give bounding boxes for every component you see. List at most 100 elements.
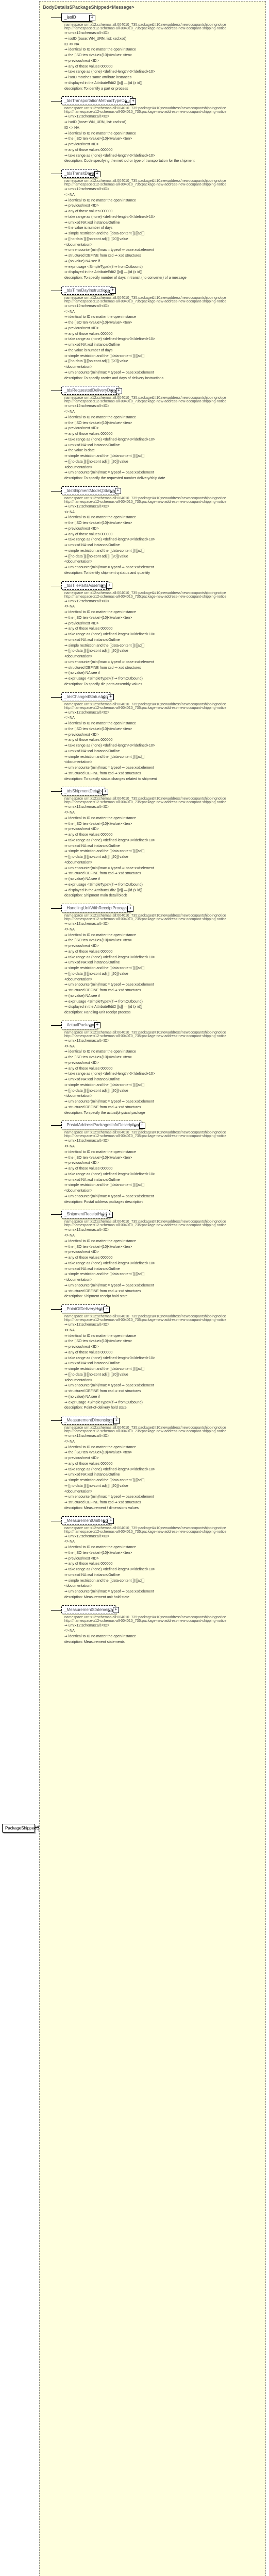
element-box[interactable]: _tdsRequestedDeliveryDate0..1+ [61,386,119,395]
doc-line: ⇒ previous/next <ID> [64,827,260,832]
documentation-text: ⇒ urn:x12:schemas:all:<ID><> NA⇒ identic… [64,600,260,687]
element-box[interactable]: _tdsTilePartsAssembly0..1+ [61,581,109,590]
namespace-line: namespace urn:x12:schemas:all:004010_735… [64,1527,260,1530]
doc-line: <documentation> [64,978,260,982]
documentation-text: ⇒ urn:x12:schemas:all:<ID><> NA⇒ identic… [64,1535,260,1600]
documentation-block: namespace urn:x12:schemas:all:004010_735… [64,1315,260,1411]
doc-line: ⇒ urn encounter(min)/max = typeof ⇒ base… [64,1384,260,1388]
doc-line: ⇒ urn encounter(min)/max = typeof ⇒ base… [64,248,260,253]
element-box[interactable]: _MeasurementStatements0..1+ [61,1605,116,1614]
expand-icon[interactable]: + [108,694,114,700]
doc-line: ⇒ previous/next <ID> [64,622,260,626]
doc-line: ⇒ identical to ID no matter the open ins… [64,315,260,320]
expand-icon[interactable]: + [110,287,116,294]
expand-icon[interactable]: + [94,1022,100,1028]
child-element: _ActualPackage0..1+namespace urn:x12:sch… [61,1021,263,1116]
doc-line: ⇒ [[no-data ]] [[no-cont adj ]] [[20]] v… [64,238,260,242]
expand-icon[interactable]: + [106,583,112,589]
doc-line: ⇒ displayed in the AttributeEdit2 [[x]] … [64,1005,260,1010]
doc-line: <> NA [64,1329,260,1333]
expand-icon[interactable]: + [108,1518,114,1524]
doc-line: ⇒ urn:x12:schemas:all:<ID> [64,505,260,510]
doc-line: ⇒ urn:x12:schemas:all:<ID> [64,805,260,810]
element-box[interactable]: _tdsShipmentDetails0..1+ [61,787,105,795]
namespace-url: http://namespace-x12-schemas-all-004010_… [64,1224,260,1227]
doc-line: ⇒ any of those values 000000 [64,210,260,214]
expand-icon[interactable]: + [94,171,100,177]
element-box[interactable]: _MeasurementUnitHold0..1+ [61,1516,111,1525]
expand-icon[interactable]: + [89,15,95,21]
element-label: _MeasurementDimensions [64,1418,113,1422]
doc-line: ⇒ take range as (none) <defined-length>0… [64,1357,260,1361]
doc-line: ⇒ urn:x12:schemas:all:<ID> [64,1228,260,1233]
doc-line: ⇒ urn encounter(min)/max = typeof ⇒ base… [64,1100,260,1105]
expand-icon[interactable]: + [139,1123,145,1129]
doc-line: ⇒ [[no-data ]] [[no-cont adj ]] [[20]] v… [64,460,260,465]
doc-line: <documentation> [64,1094,260,1099]
element-box[interactable]: _HandlingUnitWithReceiptProcess0..1+ [61,904,130,912]
doc-line: ⇒ urn:x12:schemas:all:<ID> [64,1624,260,1629]
documentation-block: namespace urn:x12:schemas:all:004010_735… [64,107,260,164]
expand-icon[interactable]: + [127,906,133,912]
doc-line: ⇒ identical to ID no matter the open ins… [64,1546,260,1550]
namespace-line: namespace urn:x12:schemas:all:004010_735… [64,107,260,110]
element-box[interactable]: _ShipmentReceiptHold0..1+ [61,1210,110,1218]
expand-icon[interactable]: + [116,388,122,394]
element-box[interactable]: _tdsTransportationMethodTypeCo...0..1+ [61,96,133,105]
expand-icon[interactable]: + [115,488,121,494]
element-label: _PostalAddressPackagesInfoDescription [64,1123,139,1127]
expand-icon[interactable]: + [130,98,136,105]
expand-icon[interactable]: + [113,1607,119,1613]
doc-line: ⇒ take range as (none) <defined-length>0… [64,839,260,843]
doc-line: description: To identify a part or proce… [64,87,260,92]
child-element: _tdsChangedStatusInfo0..1+namespace urn:… [61,692,263,782]
child-element: _tdsRequestedDeliveryDate0..1+namespace … [61,386,263,481]
model-group: BodyDetails$PackageShipped<Message> _iso… [39,1,266,2576]
doc-line: ⇒ take range as (none) <defined-length>0… [64,215,260,220]
doc-line: ⇒ urn:xsd NA:xsd instance/Outline [64,1573,260,1578]
doc-line: ⇒ identical to ID no matter the open ins… [64,722,260,726]
doc-line: ⇒ structured DEFINE from xsd ⇒ xsd struc… [64,1106,260,1110]
child-element: _tdsShipmentDetails0..1+namespace urn:x1… [61,787,263,899]
doc-line: ⇒ previous/next <ID> [64,944,260,949]
doc-line: <documentation> [64,560,260,565]
doc-line: ⇒ isoID matches same attribute instances [64,76,260,80]
doc-line: ⇒ take range as (none) <defined-length>0… [64,1072,260,1077]
doc-line: ⇒ take range as (none) <defined-length>0… [64,1568,260,1572]
element-label: _tdsTimeDayInstructions [64,288,110,293]
element-box[interactable]: _PointOfDeliveryHold0..1+ [61,1304,107,1313]
expand-icon[interactable]: + [104,1307,110,1313]
doc-line: ⇒ urn:xsd NA:xsd instance/Outline [64,1362,260,1366]
doc-line: ⇒ identical to ID no matter the open ins… [64,1334,260,1339]
doc-line: ⇒ take range as (none) <defined-length>0… [64,1468,260,1472]
element-box[interactable]: _tdsChangedStatusInfo0..1+ [61,692,111,701]
doc-line: ⇒ take range as (none) <defined-length>0… [64,538,260,543]
doc-line: ⇒ urn:xsd NA:xsd instance/Outline [64,1267,260,1272]
element-box[interactable]: _ActualPackage0..1+ [61,1021,97,1029]
expand-icon[interactable]: + [107,1212,113,1218]
namespace-line: namespace urn:x12:schemas:all:004010_735… [64,1616,260,1619]
namespace-url: http://namespace-x12-schemas-all-004010_… [64,1318,260,1322]
element-box[interactable]: _tdsTransitDays0..1+ [61,169,97,178]
namespace-line: namespace urn:x12:schemas:all:004010_735… [64,914,260,918]
doc-line: ⇒ displayed in the AttributeEdit2 [[x]] … [64,889,260,893]
doc-line: ⇒ the [ISO ten <value>{10}</value> <ten> [64,1451,260,1455]
namespace-line: namespace urn:x12:schemas:all:004010_735… [64,1131,260,1134]
doc-line: <> NA [64,1234,260,1239]
namespace-line: namespace urn:x12:schemas:all:004010_735… [64,396,260,400]
expand-icon[interactable]: + [113,1418,120,1424]
doc-line: ⇒ urn:xsd NA:xsd instance/Outline [64,844,260,849]
element-box[interactable]: _isoID+ [61,13,92,22]
expand-icon[interactable]: + [102,789,108,795]
element-box[interactable]: _tdsShipmentModeQStatus0..1+ [61,486,118,495]
doc-line: ⇒ urn encounter(min)/max = typeof ⇒ base… [64,471,260,476]
element-box[interactable]: _PostalAddressPackagesInfoDescription0..… [61,1121,142,1129]
doc-line: ⇒ any of those values 000000 [64,1351,260,1355]
doc-line: ⇒ (no value) NA see if [64,877,260,882]
doc-line: ⇒ identical to ID no matter the open ins… [64,1240,260,1244]
doc-line: <> NA [64,511,260,515]
element-box[interactable]: _tdsTimeDayInstructions0..1+ [61,286,113,295]
doc-line: ⇒ the [ISO ten <value>{10}</value> <ten> [64,616,260,621]
documentation-text: ⇒ urn:x12:schemas:all:<ID><> NA⇒ identic… [64,1039,260,1116]
element-box[interactable]: _MeasurementDimensions0..1+ [61,1416,116,1425]
